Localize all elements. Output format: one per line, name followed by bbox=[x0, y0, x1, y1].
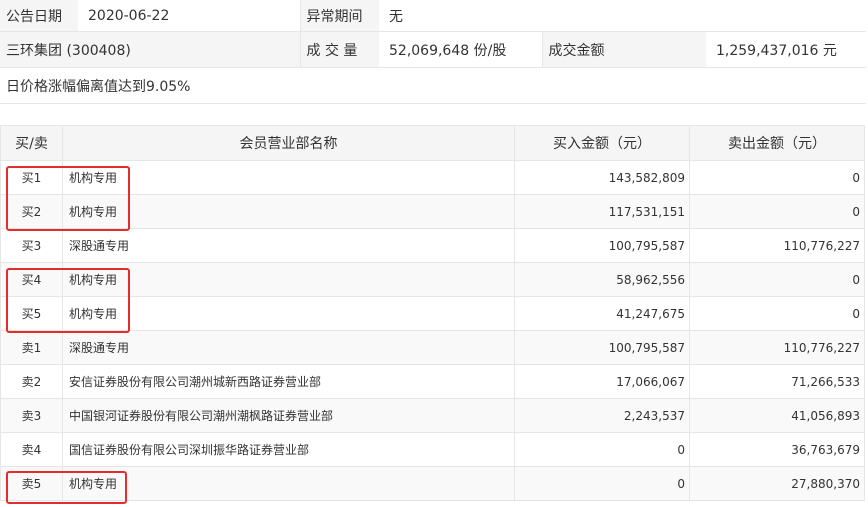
amount-label: 成交金额 bbox=[541, 31, 706, 68]
summary-row-reason: 日价格涨幅偏离值达到9.05% bbox=[0, 67, 866, 104]
side-cell: 买2 bbox=[0, 194, 63, 229]
buy-amount-cell: 2,243,537 bbox=[514, 398, 690, 433]
col-header-name: 会员营业部名称 bbox=[62, 125, 515, 161]
volume-label: 成 交 量 bbox=[299, 31, 379, 68]
sell-amount-cell: 0 bbox=[689, 160, 865, 195]
buy-amount-cell: 0 bbox=[514, 432, 690, 467]
side-cell: 买4 bbox=[0, 262, 63, 297]
side-cell: 卖2 bbox=[0, 364, 63, 399]
sell-amount-cell: 71,266,533 bbox=[689, 364, 865, 399]
table-row: 买2 机构专用 117,531,151 0 bbox=[0, 194, 865, 229]
sell-amount-cell: 41,056,893 bbox=[689, 398, 865, 433]
seat-name-cell: 机构专用 bbox=[62, 194, 515, 229]
table-row: 买1 机构专用 143,582,809 0 bbox=[0, 160, 865, 195]
table-row: 卖3 中国银河证券股份有限公司潮州潮枫路证券营业部 2,243,537 41,0… bbox=[0, 398, 865, 433]
table-row: 买4 机构专用 58,962,556 0 bbox=[0, 262, 865, 297]
sell-amount-cell: 27,880,370 bbox=[689, 466, 865, 501]
stock-name: 三环集团 (300408) bbox=[0, 31, 300, 68]
summary-row-stock: 三环集团 (300408) 成 交 量 52,069,648 份/股 成交金额 … bbox=[0, 31, 866, 68]
trading-seats-table: 买/卖 会员营业部名称 买入金额（元） 卖出金额（元） 买1 机构专用 143,… bbox=[0, 125, 865, 501]
seat-name-cell: 机构专用 bbox=[62, 160, 515, 195]
table-row: 卖4 国信证券股份有限公司深圳振华路证券营业部 0 36,763,679 bbox=[0, 432, 865, 467]
summary-table: 公告日期 2020-06-22 异常期间 无 三环集团 (300408) 成 交… bbox=[0, 0, 866, 104]
side-cell: 买3 bbox=[0, 228, 63, 263]
table-row: 卖1 深股通专用 100,795,587 110,776,227 bbox=[0, 330, 865, 365]
buy-amount-cell: 143,582,809 bbox=[514, 160, 690, 195]
buy-amount-cell: 0 bbox=[514, 466, 690, 501]
buy-amount-cell: 58,962,556 bbox=[514, 262, 690, 297]
sell-amount-cell: 110,776,227 bbox=[689, 228, 865, 263]
side-cell: 卖1 bbox=[0, 330, 63, 365]
seat-name-cell: 深股通专用 bbox=[62, 330, 515, 365]
side-cell: 卖3 bbox=[0, 398, 63, 433]
amount-value: 1,259,437,016 元 bbox=[706, 31, 866, 68]
sell-amount-cell: 0 bbox=[689, 296, 865, 331]
abnormal-period-value: 无 bbox=[379, 0, 866, 32]
table-header-row: 买/卖 会员营业部名称 买入金额（元） 卖出金额（元） bbox=[0, 125, 865, 161]
sell-amount-cell: 0 bbox=[689, 194, 865, 229]
table-row: 买5 机构专用 41,247,675 0 bbox=[0, 296, 865, 331]
side-cell: 买5 bbox=[0, 296, 63, 331]
col-header-buy: 买入金额（元） bbox=[514, 125, 690, 161]
seat-name-cell: 国信证券股份有限公司深圳振华路证券营业部 bbox=[62, 432, 515, 467]
announce-date-value: 2020-06-22 bbox=[78, 0, 300, 32]
announce-date-label: 公告日期 bbox=[0, 0, 78, 32]
side-cell: 买1 bbox=[0, 160, 63, 195]
col-header-sell: 卖出金额（元） bbox=[689, 125, 865, 161]
buy-amount-cell: 41,247,675 bbox=[514, 296, 690, 331]
seat-name-cell: 机构专用 bbox=[62, 296, 515, 331]
reason-text: 日价格涨幅偏离值达到9.05% bbox=[0, 67, 866, 104]
buy-amount-cell: 17,066,067 bbox=[514, 364, 690, 399]
side-cell: 卖5 bbox=[0, 466, 63, 501]
summary-row-date: 公告日期 2020-06-22 异常期间 无 bbox=[0, 0, 866, 32]
table-row: 买3 深股通专用 100,795,587 110,776,227 bbox=[0, 228, 865, 263]
volume-value: 52,069,648 份/股 bbox=[379, 31, 542, 68]
buy-amount-cell: 100,795,587 bbox=[514, 228, 690, 263]
col-header-side: 买/卖 bbox=[0, 125, 63, 161]
table-row: 卖5 机构专用 0 27,880,370 bbox=[0, 466, 865, 501]
seat-name-cell: 机构专用 bbox=[62, 262, 515, 297]
seat-name-cell: 机构专用 bbox=[62, 466, 515, 501]
buy-amount-cell: 100,795,587 bbox=[514, 330, 690, 365]
table-row: 卖2 安信证券股份有限公司潮州城新西路证券营业部 17,066,067 71,2… bbox=[0, 364, 865, 399]
side-cell: 卖4 bbox=[0, 432, 63, 467]
sell-amount-cell: 110,776,227 bbox=[689, 330, 865, 365]
sell-amount-cell: 0 bbox=[689, 262, 865, 297]
seat-name-cell: 深股通专用 bbox=[62, 228, 515, 263]
seat-name-cell: 中国银河证券股份有限公司潮州潮枫路证券营业部 bbox=[62, 398, 515, 433]
buy-amount-cell: 117,531,151 bbox=[514, 194, 690, 229]
sell-amount-cell: 36,763,679 bbox=[689, 432, 865, 467]
seat-name-cell: 安信证券股份有限公司潮州城新西路证券营业部 bbox=[62, 364, 515, 399]
abnormal-period-label: 异常期间 bbox=[299, 0, 379, 32]
